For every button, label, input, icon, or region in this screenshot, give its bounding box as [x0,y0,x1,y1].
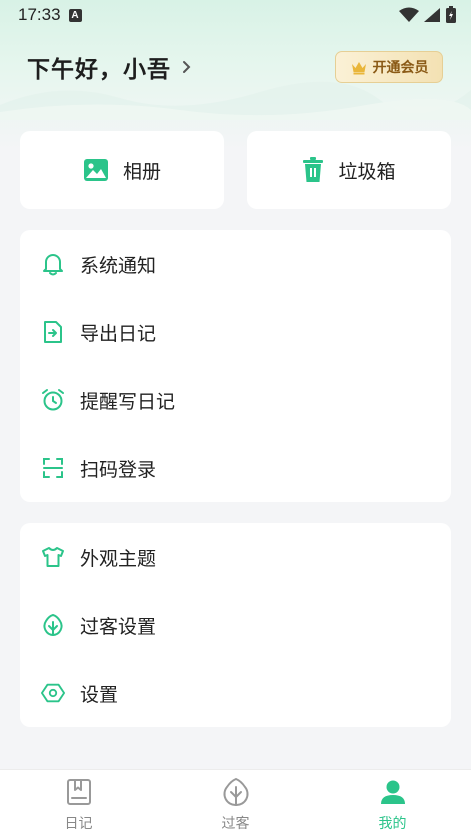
photo-album-icon [83,159,108,181]
profile-header: 下午好，小吾 开通会员 [0,30,471,104]
menu-group-primary: 系统通知 导出日记 提醒写日记 扫码登录 [20,230,451,502]
bell-icon [41,252,65,276]
notification-a-icon: A [68,8,82,22]
menu-item-notifications[interactable]: 系统通知 [20,230,451,298]
user-icon [379,775,407,809]
status-bar: 17:33 A [0,0,471,30]
bottom-tab-bar: 日记 过客 我的 [0,769,471,837]
wifi-icon [399,7,419,22]
leaf-icon [41,613,65,637]
diary-icon [66,775,92,809]
menu-label: 提醒写日记 [80,390,176,413]
menu-item-scan-login[interactable]: 扫码登录 [20,434,451,502]
tab-label: 过客 [221,816,250,832]
album-label: 相册 [122,160,161,183]
menu-label: 导出日记 [80,322,157,345]
menu-item-export-diary[interactable]: 导出日记 [20,298,451,366]
menu-item-passerby-settings[interactable]: 过客设置 [20,591,451,659]
vip-button-label: 开通会员 [372,60,429,76]
album-button[interactable]: 相册 [20,131,224,209]
menu-group-secondary: 外观主题 过客设置 设置 [20,523,451,727]
tshirt-icon [41,545,65,569]
tab-passerby[interactable]: 过客 [157,770,314,837]
menu-item-appearance-theme[interactable]: 外观主题 [20,523,451,591]
tab-label: 日记 [64,816,93,832]
tab-diary[interactable]: 日记 [0,770,157,837]
signal-icon [424,8,440,22]
tab-label: 我的 [378,816,407,832]
settings-hexagon-icon [41,681,65,705]
status-icons [399,6,457,24]
greeting-text[interactable]: 下午好，小吾 [27,50,171,84]
menu-item-settings[interactable]: 设置 [20,659,451,727]
battery-icon [446,6,456,23]
quick-actions: 相册 垃圾箱 [0,131,471,209]
alarm-clock-icon [41,388,65,412]
export-icon [41,320,65,344]
chevron-right-icon[interactable] [181,60,191,74]
menu-label: 系统通知 [80,254,157,277]
scan-icon [41,456,65,480]
menu-label: 设置 [80,683,119,706]
tab-mine[interactable]: 我的 [314,770,471,837]
status-time: 17:33 [18,5,61,24]
menu-label: 扫码登录 [80,458,157,481]
vip-membership-button[interactable]: 开通会员 [335,51,443,83]
crown-icon [351,62,366,75]
trash-label: 垃圾箱 [338,160,396,183]
trash-button[interactable]: 垃圾箱 [247,131,451,209]
menu-label: 外观主题 [80,547,157,570]
menu-label: 过客设置 [80,615,157,638]
menu-item-diary-reminder[interactable]: 提醒写日记 [20,366,451,434]
trash-icon [303,157,324,182]
leaf-icon [222,775,250,809]
